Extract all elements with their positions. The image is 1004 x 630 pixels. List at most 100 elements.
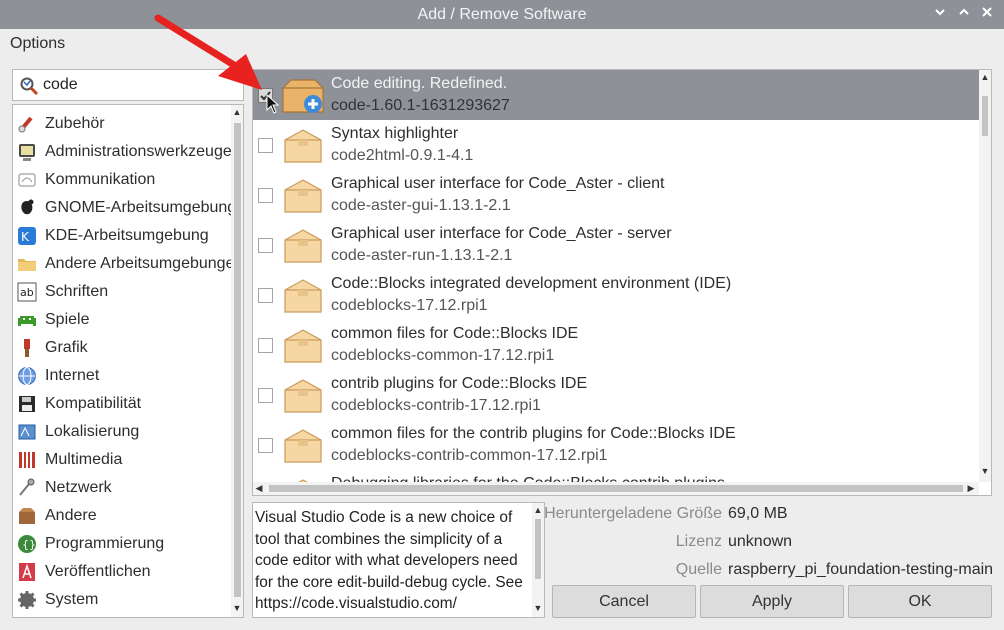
cancel-button[interactable]: Cancel: [552, 585, 696, 618]
category-label: Multimedia: [45, 451, 123, 468]
category-item[interactable]: Administrationswerkzeuge: [13, 138, 233, 166]
gnome-icon: [21, 199, 34, 215]
folder-icon: [18, 259, 36, 271]
category-item[interactable]: Netzwerk: [13, 474, 233, 502]
chevron-up-icon: [959, 8, 969, 15]
ok-button[interactable]: OK: [848, 585, 992, 618]
svg-text:K: K: [21, 230, 30, 244]
scroll-down-arrow-icon[interactable]: ▼: [532, 603, 544, 613]
package-checkbox[interactable]: [258, 338, 273, 353]
minimize-button[interactable]: [929, 3, 951, 25]
category-label: Internet: [45, 367, 100, 384]
package-hscroll-thumb[interactable]: [269, 485, 963, 492]
category-scroll-thumb[interactable]: [234, 123, 241, 597]
package-version: code-1.60.1-1631293627: [331, 97, 510, 114]
scroll-down-arrow-icon[interactable]: ▼: [231, 603, 243, 613]
category-item[interactable]: System: [13, 586, 233, 614]
package-row[interactable]: contrib plugins for Code::Blocks IDE code…: [253, 370, 979, 420]
chevron-down-icon: [935, 9, 945, 16]
package-icon: [284, 279, 322, 313]
info-size-label: Heruntergeladene Größe: [544, 505, 722, 522]
games-icon: [18, 316, 36, 326]
category-item[interactable]: K KDE-Arbeitsumgebung: [13, 222, 233, 250]
package-version: codeblocks-common-17.12.rpi1: [331, 347, 555, 364]
category-item[interactable]: ab Schriften: [13, 278, 233, 306]
package-icon: [284, 429, 322, 463]
info-license-value: unknown: [728, 533, 793, 550]
category-item[interactable]: Spiele: [13, 306, 233, 334]
package-version: code-aster-run-1.13.1-2.1: [331, 247, 513, 264]
package-row[interactable]: common files for Code::Blocks IDEcodeblo…: [253, 320, 979, 370]
package-checkbox[interactable]: [258, 188, 273, 203]
package-title: Graphical user interface for Code_Aster …: [331, 225, 672, 242]
admin-tools-icon: [19, 144, 35, 161]
category-label: Grafik: [45, 339, 88, 356]
close-button[interactable]: [976, 3, 998, 25]
category-item[interactable]: Zubehör: [13, 110, 233, 138]
multimedia-icon: [19, 452, 35, 468]
package-icon: [284, 129, 322, 163]
maximize-button[interactable]: [953, 3, 975, 25]
search-icon: [20, 77, 39, 96]
package-hscrollbar[interactable]: ◀ ▶: [253, 482, 979, 495]
window-title: Add / Remove Software: [417, 6, 587, 23]
category-item[interactable]: Lokalisierung: [13, 418, 233, 446]
gear-icon: [18, 591, 36, 609]
scroll-down-arrow-icon[interactable]: ▼: [979, 466, 991, 476]
package-version: codeblocks-contrib-17.12.rpi1: [331, 397, 541, 414]
package-row[interactable]: Code editing. Redefined. code-1.60.1-1631…: [253, 70, 979, 120]
package-title: common files for Code::Blocks IDE: [331, 325, 579, 342]
package-row[interactable]: Syntax highlighter code2html-0.9.1-4.1: [253, 120, 979, 170]
menu-options[interactable]: Options: [10, 35, 65, 52]
package-row[interactable]: common files for the contrib plugins for…: [253, 420, 979, 470]
package-version: codeblocks-contrib-common-17.12.rpi1: [331, 447, 608, 464]
info-source-value: raspberry_pi_foundation-testing-main: [728, 561, 994, 578]
svg-text:ab: ab: [20, 286, 34, 299]
localization-icon: [18, 424, 36, 440]
scroll-right-arrow-icon[interactable]: ▶: [965, 483, 977, 494]
category-item[interactable]: Kompatibilität: [13, 390, 233, 418]
package-checkbox[interactable]: [258, 388, 273, 403]
package-title: Graphical user interface for Code_Aster …: [331, 175, 665, 192]
package-row[interactable]: Graphical user interface for Code_Aster …: [253, 220, 979, 270]
mouse-cursor-icon: [266, 94, 280, 114]
category-item[interactable]: Internet: [13, 362, 233, 390]
package-checkbox[interactable]: [258, 238, 273, 253]
kde-icon: K: [18, 227, 36, 245]
info-source-label: Quelle: [675, 561, 722, 578]
category-label: Kommunikation: [45, 171, 156, 188]
info-size-row: Heruntergeladene Größe 69,0 MB: [0, 503, 1004, 525]
package-title: Syntax highlighter: [331, 125, 459, 142]
package-version: code-aster-gui-1.13.1-2.1: [331, 197, 511, 214]
category-item[interactable]: Andere Arbeitsumgebungen: [13, 250, 233, 278]
globe-icon: [18, 367, 36, 385]
category-label: Andere Arbeitsumgebungen: [45, 255, 233, 272]
package-title: common files for the contrib plugins for…: [331, 425, 736, 442]
package-checkbox[interactable]: [258, 438, 273, 453]
category-label: GNOME-Arbeitsumgebung: [45, 199, 233, 216]
package-row[interactable]: Code::Blocks integrated development envi…: [253, 270, 979, 320]
package-checkbox[interactable]: [258, 288, 273, 303]
graphics-icon: [24, 339, 30, 357]
scroll-left-arrow-icon[interactable]: ◀: [253, 483, 265, 494]
category-item[interactable]: Kommunikation: [13, 166, 233, 194]
package-row[interactable]: Graphical user interface for Code_Aster …: [253, 170, 979, 220]
package-icon: [284, 329, 322, 363]
package-checkbox[interactable]: [258, 138, 273, 153]
package-vscroll-thumb[interactable]: [982, 96, 988, 136]
category-item[interactable]: GNOME-Arbeitsumgebung: [13, 194, 233, 222]
info-source-row: Quelle raspberry_pi_foundation-testing-m…: [0, 559, 1004, 581]
category-label: System: [45, 591, 99, 608]
category-item[interactable]: Multimedia: [13, 446, 233, 474]
info-license-label: Lizenz: [675, 533, 722, 550]
network-icon: [19, 478, 35, 496]
fonts-icon: ab: [17, 282, 37, 302]
category-item[interactable]: Grafik: [13, 334, 233, 362]
package-vscrollbar[interactable]: ▲ ▼: [979, 70, 991, 482]
category-label: Spiele: [45, 311, 90, 328]
scroll-up-arrow-icon[interactable]: ▲: [979, 72, 991, 82]
package-title: Code::Blocks integrated development envi…: [331, 275, 732, 292]
apply-button[interactable]: Apply: [700, 585, 844, 618]
close-icon: [982, 7, 992, 17]
package-list: Code editing. Redefined. code-1.60.1-1631…: [252, 69, 992, 496]
